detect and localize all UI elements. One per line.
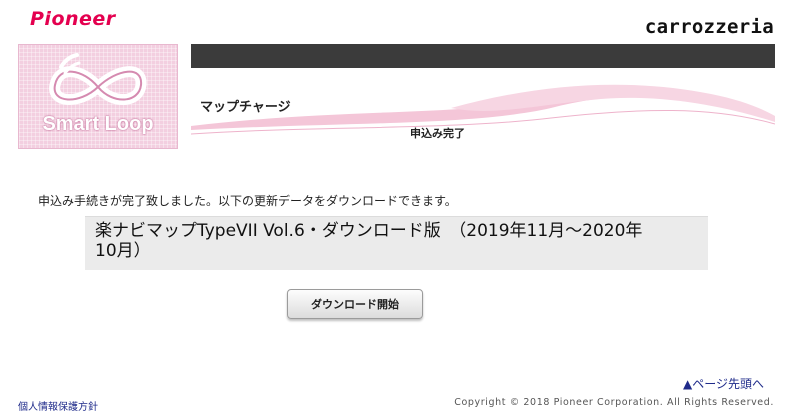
pioneer-logo[interactable]: Pioneer (30, 8, 116, 30)
privacy-policy-link[interactable]: 個人情報保護方針 (18, 398, 98, 413)
page-top-link[interactable]: ▲ページ先頭へ (683, 375, 764, 392)
download-start-button[interactable]: ダウンロード開始 (287, 289, 423, 319)
product-name: 楽ナビマップTypeVII Vol.6・ダウンロード版 （2019年11月～20… (95, 221, 643, 261)
copyright-text: Copyright © 2018 Pioneer Corporation. Al… (454, 397, 774, 408)
smart-loop-wordmark: Smart Loop (42, 113, 154, 135)
header-bar (191, 44, 775, 68)
product-panel: 楽ナビマップTypeVII Vol.6・ダウンロード版 （2019年11月～20… (85, 216, 708, 270)
smart-loop-logo: Smart Loop (18, 44, 178, 149)
completion-message: 申込み手続きが完了致しました。以下の更新データをダウンロードできます。 (38, 194, 457, 208)
page-title: マップチャージ (200, 100, 291, 115)
carrozzeria-logo: carrozzeria (644, 16, 774, 38)
step-label: 申込み完了 (410, 127, 465, 140)
